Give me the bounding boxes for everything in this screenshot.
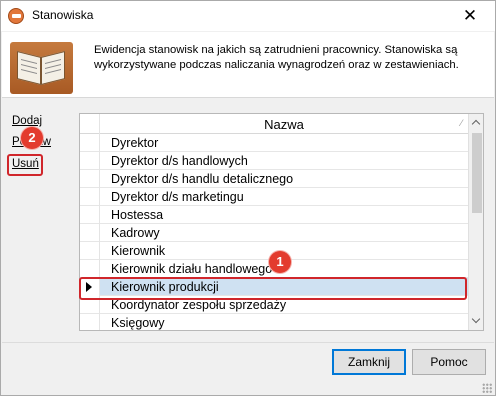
row-selector-cell[interactable] (80, 170, 100, 188)
table-row[interactable]: Księgowy (80, 314, 468, 330)
row-selector-cell[interactable] (80, 314, 100, 330)
delete-link-highlight (7, 154, 43, 176)
table-row[interactable]: Dyrektor d/s handlowych (80, 152, 468, 170)
window-title: Stanowiska (32, 8, 94, 22)
row-name-cell: Księgowy (111, 316, 165, 330)
row-name-cell: Dyrektor d/s handlowych (111, 154, 248, 168)
row-name-cell: Dyrektor d/s handlu detalicznego (111, 172, 294, 186)
row-name-cell: Dyrektor d/s marketingu (111, 190, 244, 204)
header-description: Ewidencja stanowisk na jakich są zatrudn… (94, 44, 459, 71)
row-selector-cell[interactable] (80, 224, 100, 242)
table-row[interactable]: Kadrowy (80, 224, 468, 242)
row-selector-cell[interactable] (80, 152, 100, 170)
scrollbar-thumb[interactable] (472, 133, 482, 213)
row-name-cell: Kierownik działu handlowego (111, 262, 273, 276)
annotation-marker-2: 2 (21, 127, 43, 149)
row-name-cell: Koordynator zespołu sprzedaży (111, 298, 287, 312)
close-button[interactable]: Zamknij (332, 349, 406, 375)
book-right-page (41, 51, 65, 85)
help-button[interactable]: Pomoc (412, 349, 486, 375)
row-name-cell: Hostessa (111, 208, 164, 222)
row-selector-cell[interactable] (80, 242, 100, 260)
row-selector-cell[interactable] (80, 260, 100, 278)
header-selector-cell (80, 114, 100, 134)
close-window-button[interactable]: ✕ (447, 1, 493, 31)
book-left-page (17, 51, 41, 85)
table-row[interactable]: Hostessa (80, 206, 468, 224)
vertical-scrollbar[interactable] (468, 114, 483, 330)
footer-divider (2, 342, 494, 343)
scroll-down-arrow-icon[interactable] (469, 313, 483, 330)
row-selector-cell[interactable] (80, 188, 100, 206)
row-name-cell: Dyrektor (111, 136, 159, 150)
title-bar[interactable]: Stanowiska ✕ (1, 1, 495, 31)
open-book-icon (10, 42, 73, 94)
row-selector-cell[interactable] (80, 206, 100, 224)
table-row[interactable]: Dyrektor (80, 134, 468, 152)
add-link[interactable]: Dodaj (12, 115, 42, 127)
row-name-cell: Kadrowy (111, 226, 160, 240)
table-row[interactable]: Dyrektor d/s handlu detalicznego (80, 170, 468, 188)
grid-rows: Dyrektor Dyrektor d/s handlowych Dyrektor … (80, 134, 468, 330)
selected-row-highlight (79, 277, 467, 300)
column-header-name[interactable]: Nazwa (100, 117, 468, 132)
row-name-cell: Kierownik (111, 244, 166, 258)
scroll-up-arrow-icon[interactable] (469, 114, 483, 131)
dialog-window: Stanowiska ✕ Ewidencja stanowisk na jaki… (0, 0, 496, 396)
annotation-marker-1: 1 (269, 251, 291, 273)
sort-icon: ⁄ (460, 119, 462, 129)
header-panel: Ewidencja stanowisk na jakich są zatrudn… (2, 32, 494, 98)
app-logo-icon (8, 8, 24, 24)
grid-header: Nazwa ⁄ (80, 114, 468, 134)
table-row[interactable]: Dyrektor d/s marketingu (80, 188, 468, 206)
row-selector-cell[interactable] (80, 134, 100, 152)
resize-grip-icon[interactable] (482, 383, 492, 393)
